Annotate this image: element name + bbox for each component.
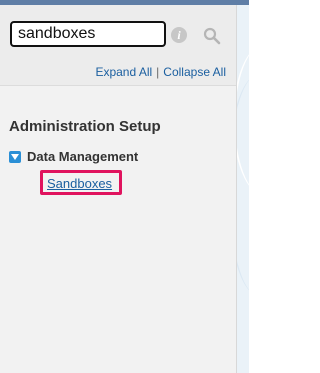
search-icon[interactable]: [199, 23, 225, 49]
quick-find-area: i Expand All |Collapse All: [0, 5, 236, 86]
section-title: Administration Setup: [9, 118, 161, 135]
separator: |: [156, 65, 160, 79]
info-icon[interactable]: i: [171, 27, 187, 43]
tree-node-data-management[interactable]: Data Management: [9, 149, 138, 164]
collapse-all-link[interactable]: Collapse All: [163, 65, 226, 79]
main-content-edge: [237, 5, 249, 373]
tree-node-label: Data Management: [27, 149, 139, 164]
quick-find-input[interactable]: [10, 21, 166, 47]
expand-all-link[interactable]: Expand All: [95, 65, 152, 79]
sandboxes-link[interactable]: Sandboxes: [47, 176, 112, 191]
setup-sidebar: i Expand All |Collapse All Administration…: [0, 5, 237, 373]
triangle-down-icon[interactable]: [9, 150, 21, 163]
tree-controls: Expand All | Collapse All: [0, 65, 226, 79]
